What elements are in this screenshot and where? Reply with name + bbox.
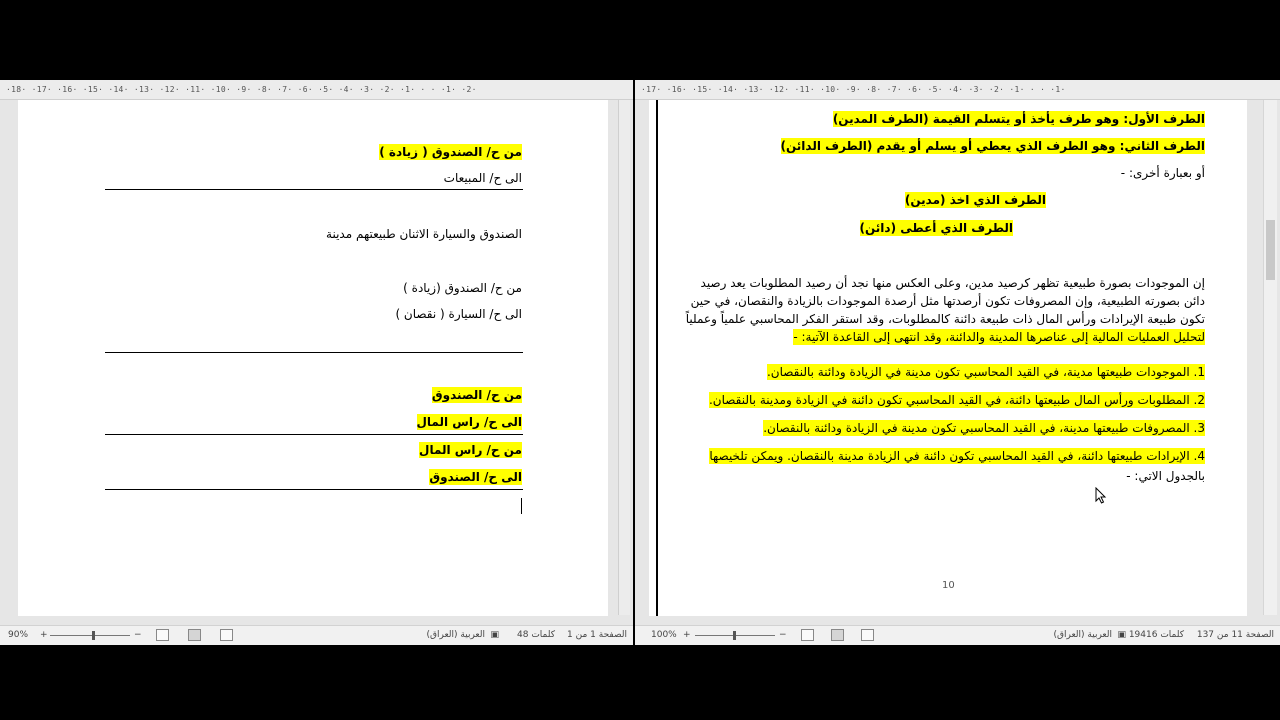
left-document-window: ·18· ·17· ·16· ·15· ·14· ·13· ·12· ·11· … [0, 80, 633, 645]
web-layout-icon[interactable] [156, 629, 169, 641]
vertical-ruler [618, 100, 630, 615]
separator-line [105, 434, 523, 435]
journal-line: الى ح/ السيارة ( نقصان ) [395, 307, 522, 321]
page-count[interactable]: الصفحة 1 من 1 [567, 626, 627, 645]
text-cursor [521, 498, 522, 514]
scrollbar-thumb[interactable] [1266, 220, 1275, 280]
separator-line [105, 189, 523, 190]
paragraph-line: لتحليل العمليات المالية إلى عناصرها المد… [793, 329, 1205, 345]
text-line: الطرف الذي أعطى (دائن) [859, 220, 1013, 236]
zoom-slider-knob[interactable] [92, 631, 95, 640]
text-line: أو بعبارة أخرى: - [1120, 166, 1205, 180]
journal-line: من ح/ الصندوق [431, 387, 522, 403]
print-layout-icon[interactable] [188, 629, 201, 641]
separator-line [105, 352, 523, 353]
journal-line: من ح/ راس المال [419, 442, 522, 458]
note-line: الصندوق والسيارة الاثنان طبيعتهم مدينة [326, 227, 522, 241]
language-indicator[interactable]: العربية (العراق) [426, 626, 485, 645]
paragraph-line: دائن بصورته الطبيعية، وإن المصروفات تكون… [690, 294, 1205, 308]
zoom-in-button[interactable]: + [40, 626, 48, 645]
page-count[interactable]: الصفحة 11 من 137 [1197, 626, 1274, 645]
proofing-icon[interactable]: ▣ [490, 626, 499, 645]
zoom-out-button[interactable]: − [779, 626, 787, 645]
letterbox-top [0, 0, 1280, 80]
journal-line: الى ح/ المبيعات [443, 171, 522, 185]
rule-item: بالجدول الاتي: - [1126, 469, 1205, 483]
zoom-out-button[interactable]: − [134, 626, 142, 645]
rule-item: 3. المصروفات طبيعتها مدينة، في القيد الم… [763, 420, 1205, 436]
rule-item: 4. الإيرادات طبيعتها دائنة، في القيد الم… [709, 448, 1205, 464]
journal-line: الى ح/ الصندوق [429, 469, 522, 485]
read-mode-icon[interactable] [220, 629, 233, 641]
zoom-level[interactable]: 100% [651, 626, 677, 645]
rule-item: 1. الموجودات طبيعتها مدينة، في القيد الم… [766, 364, 1205, 380]
print-layout-icon[interactable] [831, 629, 844, 641]
page-number: 10 [942, 580, 955, 591]
journal-line: من ح/ الصندوق (زيادة ) [403, 281, 522, 295]
journal-line: من ح/ الصندوق ( زيادة ) [379, 144, 522, 160]
status-bar: الصفحة 1 من 1 48 كلمات ▣ العربية (العراق… [0, 625, 633, 645]
web-layout-icon[interactable] [801, 629, 814, 641]
separator-line [105, 489, 523, 490]
letterbox-bottom [0, 645, 1280, 720]
zoom-level[interactable]: 90% [8, 626, 28, 645]
proofing-icon[interactable]: ▣ [1117, 626, 1126, 645]
horizontal-ruler[interactable]: ·17· ·16· ·15· ·14· ·13· ·12· ·11· ·10· … [635, 80, 1280, 100]
word-count[interactable]: 19416 كلمات [1129, 626, 1184, 645]
text-line: الطرف الثاني: وهو الطرف الذي يعطي أو يسل… [780, 138, 1205, 154]
status-bar: الصفحة 11 من 137 19416 كلمات ▣ العربية (… [635, 625, 1280, 645]
horizontal-ruler[interactable]: ·18· ·17· ·16· ·15· ·14· ·13· ·12· ·11· … [0, 80, 633, 100]
right-document-window: ·17· ·16· ·15· ·14· ·13· ·12· ·11· ·10· … [635, 80, 1280, 645]
page-margin-indicator [656, 100, 658, 616]
word-count[interactable]: 48 كلمات [517, 626, 555, 645]
document-page[interactable]: من ح/ الصندوق ( زيادة ) الى ح/ المبيعات … [18, 100, 608, 616]
journal-line: الى ح/ راس المال [416, 414, 522, 430]
text-line: الطرف الأول: وهو طرف يأخذ أو يتسلم القيم… [832, 111, 1205, 127]
rule-item: 2. المطلوبات ورأس المال طبيعتها دائنة، ف… [708, 392, 1205, 408]
paragraph-line: تكون طبيعة الإيرادات ورأس المال ذات طبيع… [685, 312, 1205, 326]
zoom-in-button[interactable]: + [683, 626, 691, 645]
mouse-pointer-icon [1095, 487, 1107, 504]
paragraph-line: إن الموجودات بصورة طبيعية تظهر كرصيد مدي… [700, 276, 1205, 290]
language-indicator[interactable]: العربية (العراق) [1053, 626, 1112, 645]
text-line: الطرف الذي اخذ (مدين) [904, 192, 1046, 208]
read-mode-icon[interactable] [861, 629, 874, 641]
zoom-slider[interactable] [50, 635, 130, 636]
zoom-slider-knob[interactable] [733, 631, 736, 640]
vertical-scrollbar[interactable] [1263, 100, 1277, 615]
document-page[interactable]: الطرف الأول: وهو طرف يأخذ أو يتسلم القيم… [649, 100, 1247, 616]
